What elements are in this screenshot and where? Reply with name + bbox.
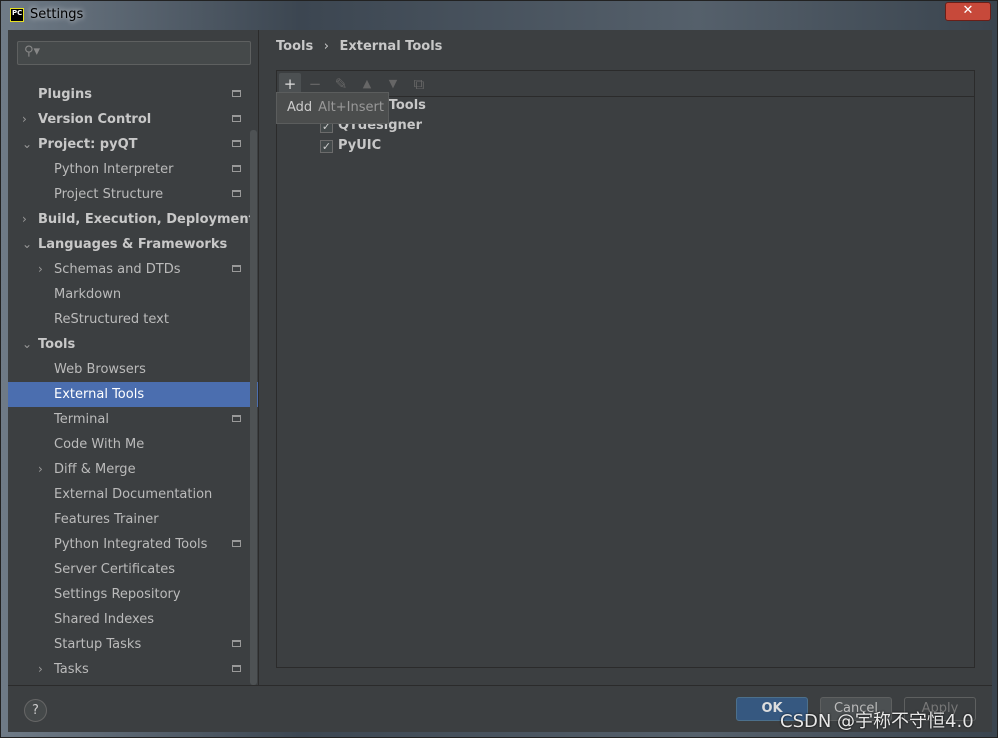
chevron-right-icon[interactable]: ›: [22, 107, 27, 132]
project-level-icon: [232, 640, 241, 647]
sidebar-item-label: External Documentation: [54, 487, 213, 502]
title-bar: PC Settings ✕: [1, 1, 998, 31]
copy-button[interactable]: ⧉: [408, 73, 430, 95]
sidebar-item[interactable]: ⌄ Tools: [8, 332, 258, 357]
settings-sidebar: ⚲▾ Plugins › Version Control ⌄ Project: pyQT…: [8, 30, 259, 685]
main-pane: Tools › External Tools + − ✎ ▲ ▼ ⧉ Add Al…: [259, 30, 992, 685]
sidebar-scrollbar[interactable]: [250, 130, 257, 685]
sidebar-item-label: Web Browsers: [54, 362, 146, 377]
chevron-down-icon[interactable]: ⌄: [22, 132, 32, 157]
window-title: Settings: [30, 7, 84, 22]
pycharm-logo-icon: PC: [10, 8, 24, 22]
chevron-down-icon[interactable]: ⌄: [22, 232, 32, 257]
watermark: CSDN @宇称不守恒4.0: [780, 711, 974, 732]
help-button[interactable]: ?: [24, 699, 47, 722]
sidebar-item[interactable]: Features Trainer: [8, 507, 258, 532]
chevron-right-icon[interactable]: ›: [38, 257, 43, 282]
sidebar-item-label: Languages & Frameworks: [38, 237, 228, 252]
breadcrumb: Tools › External Tools: [276, 39, 442, 54]
sidebar-item-label: Markdown: [54, 287, 122, 302]
sidebar-item[interactable]: ⌄ Languages & Frameworks: [8, 232, 258, 257]
chevron-right-icon[interactable]: ›: [38, 457, 43, 482]
sidebar-item[interactable]: › Tasks: [8, 657, 258, 682]
tools-toolbar: + − ✎ ▲ ▼ ⧉ Add Alt+Insert: [276, 71, 974, 124]
breadcrumb-parent[interactable]: Tools: [276, 39, 313, 54]
tool-row-pyuic[interactable]: ✓ PyUIC: [277, 136, 577, 156]
sidebar-item[interactable]: Python Integrated Tools: [8, 532, 258, 557]
project-level-icon: [232, 165, 241, 172]
breadcrumb-separator: ›: [323, 39, 329, 54]
sidebar-item[interactable]: Code With Me: [8, 432, 258, 457]
sidebar-item[interactable]: External Documentation: [8, 482, 258, 507]
sidebar-item-label: Shared Indexes: [54, 612, 155, 627]
sidebar-item-label: Version Control: [38, 112, 152, 127]
sidebar-item-label: Python Interpreter: [54, 162, 174, 177]
sidebar-item-label: Settings Repository: [54, 587, 181, 602]
sidebar-item-label: Tools: [38, 337, 76, 352]
sidebar-item[interactable]: › Build, Execution, Deployment: [8, 207, 258, 232]
sidebar-item[interactable]: Server Certificates: [8, 557, 258, 582]
search-input[interactable]: ⚲▾: [17, 41, 251, 65]
sidebar-item[interactable]: Web Browsers: [8, 357, 258, 382]
sidebar-item-label: Server Certificates: [54, 562, 176, 577]
sidebar-item[interactable]: › Diff & Merge: [8, 457, 258, 482]
sidebar-item[interactable]: ReStructured text: [8, 307, 258, 332]
sidebar-item[interactable]: Project Structure: [8, 182, 258, 207]
sidebar-item[interactable]: › Version Control: [8, 107, 258, 132]
sidebar-item[interactable]: Markdown: [8, 282, 258, 307]
sidebar-item[interactable]: ⌄ Project: pyQT: [8, 132, 258, 157]
sidebar-item-label: Startup Tasks: [54, 637, 142, 652]
sidebar-item[interactable]: Plugins: [8, 82, 258, 107]
breadcrumb-current: External Tools: [339, 39, 443, 54]
sidebar-item[interactable]: Settings Repository: [8, 582, 258, 607]
chevron-right-icon[interactable]: ›: [22, 207, 27, 232]
sidebar-item[interactable]: Terminal: [8, 407, 258, 432]
search-icon: ⚲▾: [24, 44, 41, 59]
settings-window: PC Settings ✕ ⚲▾ Plugins › Version Control…: [0, 0, 998, 738]
project-level-icon: [232, 415, 241, 422]
sidebar-item-label: Features Trainer: [54, 512, 159, 527]
tooltip-shortcut: Alt+Insert: [318, 100, 384, 115]
project-level-icon: [232, 540, 241, 547]
tool-label: PyUIC: [338, 138, 382, 153]
sidebar-item-label: Schemas and DTDs: [54, 262, 181, 277]
project-level-icon: [232, 665, 241, 672]
project-level-icon: [232, 90, 241, 97]
sidebar-item-label: Python Integrated Tools: [54, 537, 208, 552]
sidebar-item-label: ReStructured text: [54, 312, 169, 327]
chevron-right-icon[interactable]: ›: [38, 657, 43, 682]
sidebar-item-label: Code With Me: [54, 437, 145, 452]
sidebar-item[interactable]: External Tools: [8, 382, 258, 407]
sidebar-item-label: External Tools: [54, 387, 145, 402]
external-tools-panel: + − ✎ ▲ ▼ ⧉ AddAlt+Insert External Tools…: [276, 70, 975, 668]
tooltip-label: Add: [287, 100, 313, 115]
project-level-icon: [232, 115, 241, 122]
add-tooltip: Add Alt+Insert: [276, 92, 389, 124]
sidebar-item-label: Build, Execution, Deployment: [38, 212, 255, 227]
sidebar-item-label: Project: pyQT: [38, 137, 138, 152]
chevron-down-icon[interactable]: ⌄: [22, 332, 32, 357]
sidebar-item[interactable]: Python Interpreter: [8, 157, 258, 182]
sidebar-item-label: Tasks: [54, 662, 89, 677]
sidebar-item[interactable]: Startup Tasks: [8, 632, 258, 657]
project-level-icon: [232, 265, 241, 272]
close-button[interactable]: ✕: [945, 2, 991, 21]
sidebar-item-label: Project Structure: [54, 187, 164, 202]
project-level-icon: [232, 140, 241, 147]
sidebar-item-label: Plugins: [38, 87, 92, 102]
dialog-body: ⚲▾ Plugins › Version Control ⌄ Project: pyQT…: [8, 30, 992, 732]
project-level-icon: [232, 190, 241, 197]
sidebar-item[interactable]: › Schemas and DTDs: [8, 257, 258, 282]
pyuic-checkbox[interactable]: ✓: [320, 140, 333, 153]
sidebar-item-label: Terminal: [54, 412, 109, 427]
sidebar-item[interactable]: Shared Indexes: [8, 607, 258, 632]
sidebar-item-label: Diff & Merge: [54, 462, 136, 477]
